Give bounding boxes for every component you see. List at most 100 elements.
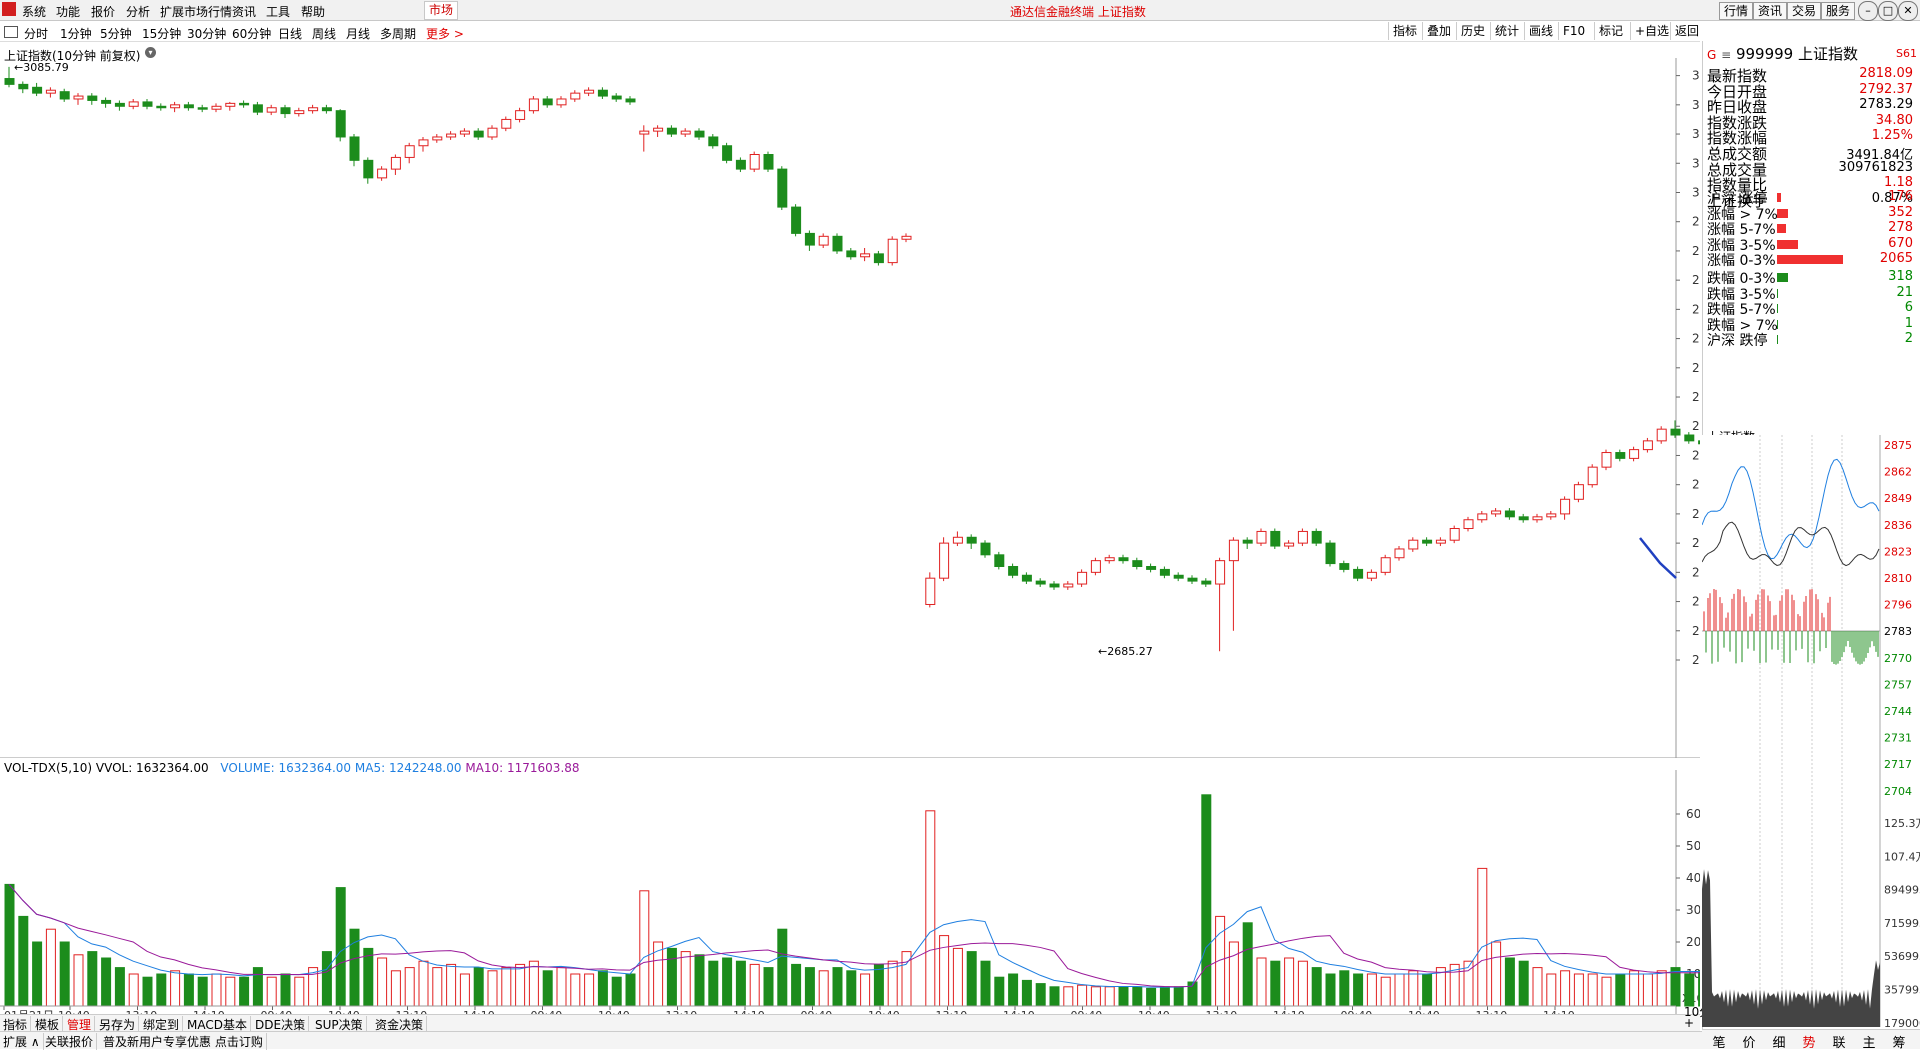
candle (1132, 560, 1143, 567)
price-tick-label: 2720 (1692, 595, 1700, 609)
candle (1422, 539, 1433, 544)
chart-options-icon[interactable]: ▾ (145, 47, 156, 58)
menu-icon[interactable]: ≡ (1721, 48, 1731, 62)
volume-bar (722, 957, 733, 1007)
tool-mark[interactable]: 标记 (1594, 22, 1623, 40)
tool-draw[interactable]: 画线 (1524, 22, 1553, 40)
tool-add-watch[interactable]: +自选 (1630, 22, 1669, 40)
volume-bar (377, 957, 388, 1007)
related-quotes[interactable]: 关联报价 (42, 1033, 98, 1050)
menu-analysis[interactable]: 分析 (126, 3, 150, 20)
trade-button[interactable]: 交易 (1787, 2, 1821, 20)
candle (1380, 557, 1391, 573)
tool-stats[interactable]: 统计 (1490, 22, 1519, 40)
menu-help[interactable]: 帮助 (301, 3, 325, 20)
close-button[interactable]: ✕ (1898, 1, 1918, 21)
expand-button[interactable]: 扩展 ∧ (0, 1033, 44, 1050)
volume-bar (473, 967, 484, 1007)
period-30min[interactable]: 30分钟 (187, 25, 226, 42)
breadth-value: 318 (1888, 269, 1913, 284)
volume-bar (860, 973, 871, 1007)
candle (1463, 519, 1474, 530)
period-5min[interactable]: 5分钟 (100, 25, 132, 42)
kline-chart[interactable]: 3080 3060 3040 3020 3000 2980 2960 2940 2920 2900… (0, 58, 1700, 758)
volume-bar (1366, 973, 1377, 1007)
promo-link[interactable]: 普及新用户专享优惠 点击订购 (100, 1033, 267, 1050)
more-periods-link[interactable]: 更多 > (426, 25, 464, 42)
candle (570, 92, 581, 100)
minimize-button[interactable]: – (1858, 1, 1878, 21)
panel-toggle-icon[interactable] (4, 26, 18, 38)
breadth-value: 278 (1888, 220, 1913, 236)
period-daily[interactable]: 日线 (278, 25, 302, 42)
app-title: 通达信金融终端 上证指数 (1010, 5, 1146, 19)
candle (18, 83, 29, 90)
candle (1118, 557, 1129, 562)
period-60min[interactable]: 60分钟 (232, 25, 271, 42)
price-tick-label: 2960 (1692, 244, 1700, 258)
mini-intraday-chart[interactable]: 2875 2862 2849 2836 2823 2810 2796 2783 2770 2757… (1702, 435, 1920, 1027)
panel-tab-trades[interactable]: 笔 (1706, 1032, 1732, 1051)
volume-bar (45, 928, 56, 1007)
news-button[interactable]: 资讯 (1753, 2, 1787, 20)
candle (804, 232, 815, 246)
period-intraday[interactable]: 分时 (24, 25, 48, 42)
menu-quote[interactable]: 报价 (91, 3, 115, 20)
mini-price-label: 2744 (1884, 705, 1912, 718)
volume-bar (280, 973, 291, 1007)
candle (925, 577, 936, 605)
mini-price-label: 2783 (1884, 625, 1912, 638)
quote-code: 999999 (1735, 45, 1794, 63)
menu-function[interactable]: 功能 (56, 3, 80, 20)
breadth-bar (1777, 335, 1778, 345)
tool-f10[interactable]: F10 (1558, 22, 1585, 40)
panel-tab-detail[interactable]: 细 (1766, 1032, 1792, 1051)
breadth-value: 1 (1904, 315, 1913, 331)
menu-ext-market[interactable]: 扩展市场行情 (160, 3, 232, 20)
panel-tab-main[interactable]: 主 (1856, 1032, 1882, 1051)
price-tick-label: 3000 (1692, 185, 1700, 199)
candle (611, 95, 622, 100)
volume-bar (818, 970, 829, 1007)
candle (459, 130, 470, 135)
volume-bar (1242, 922, 1253, 1007)
panel-tab-trend[interactable]: 势 (1796, 1032, 1822, 1051)
volume-bar (1573, 973, 1584, 1007)
period-1min[interactable]: 1分钟 (60, 25, 92, 42)
market-button[interactable]: 市场 (424, 1, 459, 20)
candle (32, 86, 43, 94)
period-15min[interactable]: 15分钟 (142, 25, 181, 42)
period-weekly[interactable]: 周线 (312, 25, 336, 42)
breadth-label: 沪深 跌停 (1707, 333, 1768, 350)
menu-tools[interactable]: 工具 (266, 3, 290, 20)
maximize-button[interactable]: □ (1878, 1, 1898, 21)
service-button[interactable]: 服务 (1821, 2, 1855, 20)
volume-bar (142, 976, 153, 1007)
candle (1449, 528, 1460, 541)
volume-chart[interactable]: 600005000040000300002000010000X10001月21日… (0, 770, 1700, 1015)
quote-value: 2792.37 (1859, 81, 1913, 97)
breadth-bar (1777, 193, 1781, 202)
menu-system[interactable]: 系统 (22, 3, 46, 20)
menu-info[interactable]: 资讯 (232, 3, 256, 20)
candle (1656, 428, 1667, 442)
period-multi[interactable]: 多周期 (380, 25, 416, 42)
tool-back[interactable]: 返回 (1670, 22, 1699, 40)
period-monthly[interactable]: 月线 (346, 25, 370, 42)
quotes-button[interactable]: 行情 (1719, 2, 1753, 20)
app-logo-icon (2, 2, 16, 16)
candle (1366, 571, 1377, 579)
panel-tab-price[interactable]: 价 (1736, 1032, 1762, 1051)
price-tick-label: 2880 (1692, 361, 1700, 375)
tool-history[interactable]: 历史 (1456, 22, 1485, 40)
tool-indicator[interactable]: 指标 (1388, 22, 1417, 40)
candle (418, 139, 429, 147)
volume-bar (1532, 967, 1543, 1007)
breadth-bar (1777, 255, 1843, 265)
price-tick-label: 2900 (1692, 332, 1700, 346)
candle (749, 154, 760, 170)
tool-overlay[interactable]: 叠加 (1422, 22, 1451, 40)
candle (832, 235, 843, 252)
panel-tab-link[interactable]: 联 (1826, 1032, 1852, 1051)
panel-tab-chips[interactable]: 筹 (1886, 1032, 1912, 1051)
